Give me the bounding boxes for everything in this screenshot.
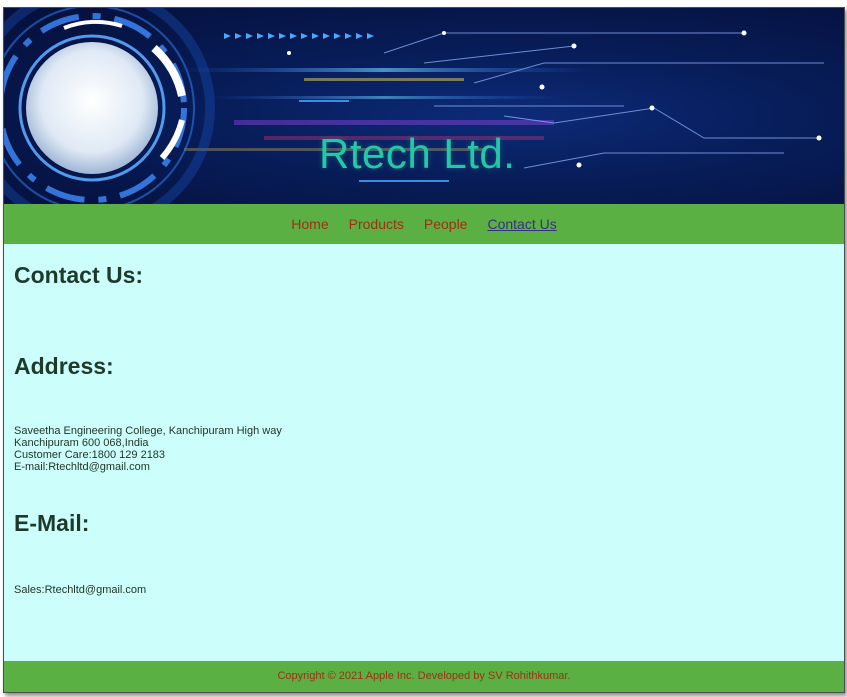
nav-people[interactable]: People xyxy=(424,216,468,232)
nav-products[interactable]: Products xyxy=(349,216,404,232)
nav-contact-us[interactable]: Contact Us xyxy=(487,216,556,232)
address-line: Saveetha Engineering College, Kanchipura… xyxy=(14,425,282,437)
copyright-text: Copyright © 2021 Apple Inc. Developed by… xyxy=(277,670,571,682)
address-heading: Address: xyxy=(14,353,114,379)
customer-care-line: Customer Care:1800 129 2183 xyxy=(14,449,166,461)
brand-title: Rtech Ltd. xyxy=(319,130,516,177)
footer: Copyright © 2021 Apple Inc. Developed by… xyxy=(4,661,844,692)
page-frame: Rtech Ltd. Home Products People Contact … xyxy=(3,7,845,693)
address-line: Kanchipuram 600 068,India xyxy=(14,437,149,449)
main-nav: Home Products People Contact Us xyxy=(4,204,844,244)
email-line: E-mail:Rtechltd@gmail.com xyxy=(14,461,150,473)
sales-email: Sales:Rtechltd@gmail.com xyxy=(14,584,147,596)
header-banner: Rtech Ltd. xyxy=(4,8,844,204)
contact-heading: Contact Us: xyxy=(14,262,144,288)
nav-home[interactable]: Home xyxy=(291,216,328,232)
email-heading: E-Mail: xyxy=(14,510,90,536)
